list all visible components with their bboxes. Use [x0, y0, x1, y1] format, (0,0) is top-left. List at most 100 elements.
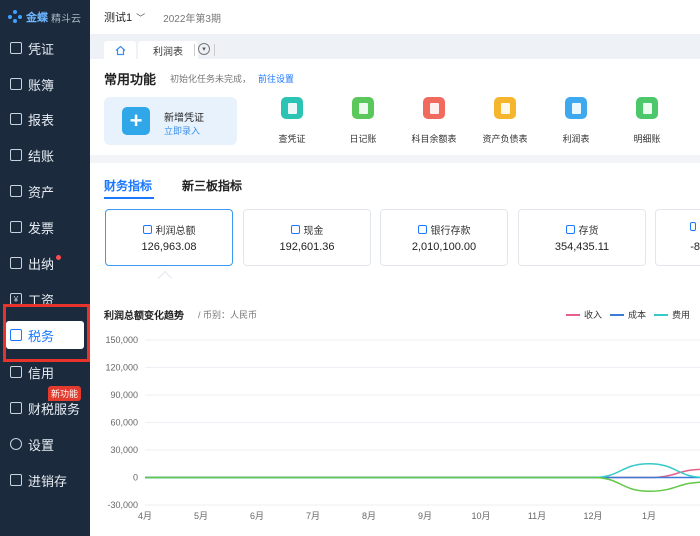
shortcut-view-voucher[interactable]: 查凭证 — [262, 97, 322, 147]
x-tick-label: 10月 — [471, 511, 490, 521]
x-tick-label: 5月 — [194, 511, 208, 521]
sidebar: 金蝶 精斗云 凭证 账簿 报表 结账 资产 发票 出纳 ¥ 工资 税务 信用 财税… — [0, 0, 90, 536]
top-bar: 测试1 ﹀ 2022年第3期 — [90, 0, 700, 35]
tab-more-icon[interactable]: ▾ — [198, 43, 210, 55]
balance-chart-icon — [423, 97, 445, 119]
closing-icon — [10, 149, 22, 161]
y-tick-label: 0 — [133, 473, 138, 483]
voucher-icon — [10, 42, 22, 54]
money-bag-icon — [290, 225, 300, 234]
highlight-annotation-box — [3, 304, 90, 362]
tab-divider — [194, 44, 195, 56]
shortcut-account-balance[interactable]: 科目余额表 — [404, 97, 464, 147]
y-tick-label: 90,000 — [110, 390, 138, 400]
tab-neeq-indicators[interactable]: 新三板指标 — [182, 177, 242, 194]
y-tick-label: 60,000 — [110, 418, 138, 428]
legend-cost[interactable]: 成本 — [610, 308, 646, 321]
shortcut-detail-ledger[interactable]: 明细账 — [617, 97, 677, 147]
sidebar-item-ledger[interactable]: 账簿 — [0, 70, 90, 98]
sidebar-item-asset[interactable]: 资产 — [0, 177, 90, 205]
shortcut-balance-sheet[interactable]: 资产负债表 — [475, 97, 535, 147]
tabs-bar: 利润表 ▾ — [90, 35, 700, 59]
kpi-pointer — [157, 270, 173, 286]
new-voucher-title: 新增凭证 — [164, 113, 204, 124]
sidebar-item-voucher[interactable]: 凭证 — [0, 34, 90, 62]
settings-icon — [10, 438, 22, 450]
x-tick-label: 9月 — [418, 511, 432, 521]
cashier-icon — [10, 257, 22, 269]
sidebar-item-cashier[interactable]: 出纳 — [0, 249, 90, 277]
go-settings-link[interactable]: 前往设置 — [258, 72, 294, 85]
shortcut-journal[interactable]: 日记账 — [333, 97, 393, 147]
brand-name: 金蝶 — [26, 12, 48, 24]
plus-icon: + — [122, 107, 150, 135]
y-tick-label: -30,000 — [107, 500, 138, 510]
home-icon — [115, 45, 125, 55]
series-green-line — [145, 476, 700, 493]
kpi-value: 2,010,100.00 — [411, 241, 477, 253]
kpi-card-total-profit[interactable]: 利润总额 126,963.08 — [105, 209, 233, 266]
inventory-icon — [10, 474, 22, 486]
sidebar-item-credit[interactable]: 信用 — [0, 358, 90, 386]
profit-trend-chart: 150,000 120,000 90,000 60,000 30,000 0 -30,000… — [105, 335, 700, 521]
y-tick-label: 30,000 — [110, 445, 138, 455]
kpi-value: 354,435.11 — [554, 241, 610, 253]
kpi-value: 126,963.08 — [141, 241, 197, 253]
x-tick-label: 8月 — [362, 511, 376, 521]
x-tick-label: 12月 — [583, 511, 602, 521]
invoice-icon — [10, 221, 22, 233]
x-tick-label: 1月 — [642, 511, 656, 521]
x-tick-label: 4月 — [138, 511, 152, 521]
kpi-card-bank-deposit[interactable]: 银行存款 2,010,100.00 — [380, 209, 508, 266]
sidebar-item-report[interactable]: 报表 — [0, 105, 90, 133]
common-functions-title: 常用功能 — [104, 72, 157, 87]
notification-dot — [56, 255, 62, 260]
y-tick-label: 120,000 — [105, 363, 138, 373]
accounting-period: 2022年第3期 — [163, 13, 221, 25]
asset-icon — [10, 185, 22, 197]
chart-currency: / 币别：人民币 — [198, 310, 258, 320]
new-feature-badge: 新功能 — [48, 386, 82, 401]
chart-title: 利润总额变化趋势 — [104, 311, 184, 322]
tab-profit-statement[interactable]: 利润表 — [138, 41, 198, 59]
x-tick-label: 11月 — [528, 511, 546, 521]
trend-chart-icon — [565, 97, 587, 119]
common-functions-panel: 常用功能 初始化任务未完成， 前往设置 + 新增凭证 立即录入 查凭证 日记账 … — [90, 59, 700, 155]
indicators-panel: 财务指标 新三板指标 利润总额 126,963.08 现金 192,601.36… — [90, 163, 700, 287]
brand-sub: 精斗云 — [51, 13, 81, 25]
sidebar-item-inventory[interactable]: 进销存 — [0, 466, 90, 494]
voucher-list-icon — [281, 97, 303, 119]
money-bag-icon — [142, 225, 152, 234]
x-tick-label: 6月 — [250, 511, 264, 521]
service-icon — [10, 402, 22, 414]
bank-card-icon — [417, 225, 427, 234]
tab-financial-indicators[interactable]: 财务指标 — [104, 177, 152, 194]
kpi-value: -8 — [690, 241, 700, 253]
inventory-box-icon — [565, 225, 575, 234]
y-tick-label: 150,000 — [105, 335, 138, 345]
sidebar-item-invoice[interactable]: 发票 — [0, 213, 90, 241]
series-expense-line — [145, 462, 700, 479]
shortcut-profit-statement[interactable]: 利润表 — [546, 97, 606, 147]
legend-expense[interactable]: 费用 — [654, 308, 690, 321]
kpi-value: 192,601.36 — [279, 241, 335, 253]
kpi-card-inventory[interactable]: 存货 354,435.11 — [518, 209, 646, 266]
app-logo: 金蝶 精斗云 — [8, 8, 81, 26]
tab-divider-2 — [214, 44, 215, 56]
tab-home[interactable] — [104, 41, 136, 59]
journal-icon — [352, 97, 374, 119]
sidebar-item-closing[interactable]: 结账 — [0, 141, 90, 169]
kpi-card-cash[interactable]: 现金 192,601.36 — [243, 209, 371, 266]
logo-icon — [8, 10, 22, 24]
kpi-icon — [690, 222, 696, 231]
chevron-down-icon: ﹀ — [136, 12, 146, 23]
new-voucher-card[interactable]: + 新增凭证 立即录入 — [104, 97, 237, 145]
init-hint: 初始化任务未完成， — [170, 74, 252, 84]
legend-income[interactable]: 收入 — [566, 308, 602, 321]
company-selector[interactable]: 测试1 ﹀ — [104, 9, 145, 25]
new-voucher-subtitle: 立即录入 — [164, 126, 201, 136]
active-tab-underline — [104, 197, 154, 199]
kpi-card-partial[interactable]: -8 — [655, 209, 700, 266]
sidebar-item-settings[interactable]: 设置 — [0, 430, 90, 458]
ledger-icon — [10, 78, 22, 90]
